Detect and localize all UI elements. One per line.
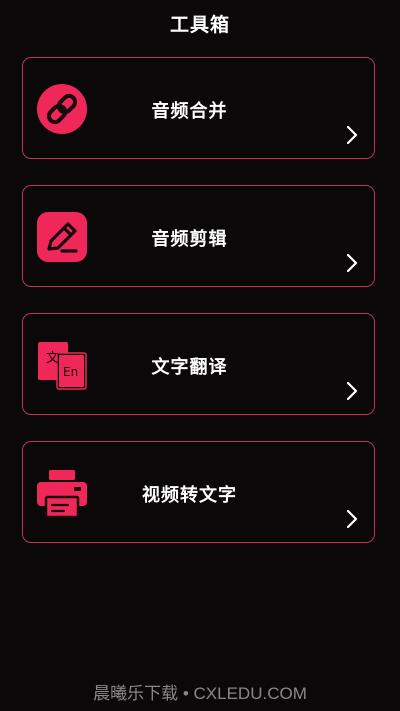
tool-label: 视频转文字	[142, 485, 237, 506]
tool-card-audio-edit[interactable]: 音频剪辑	[22, 185, 375, 287]
tool-card-audio-merge[interactable]: 音频合并	[22, 57, 375, 159]
tool-card-text-translate[interactable]: 文 En 文字翻译	[22, 313, 375, 415]
chevron-right-icon	[346, 125, 358, 145]
tool-label: 音频合并	[151, 101, 228, 122]
tool-label: 文字翻译	[151, 357, 228, 378]
tool-card-video-to-text[interactable]: 视频转文字	[22, 441, 375, 543]
chevron-right-icon	[346, 381, 358, 401]
chevron-right-icon	[346, 509, 358, 529]
watermark: 晨曦乐下载 • CXLEDU.COM	[93, 684, 307, 703]
tool-label: 音频剪辑	[151, 229, 228, 250]
page-title: 工具箱	[169, 14, 230, 36]
chevron-right-icon	[346, 253, 358, 273]
toolbox-screen: 工具箱 音频合并 音频剪辑 文 En 文字翻译 视频转文字 晨曦乐下载 • CX…	[0, 0, 400, 711]
